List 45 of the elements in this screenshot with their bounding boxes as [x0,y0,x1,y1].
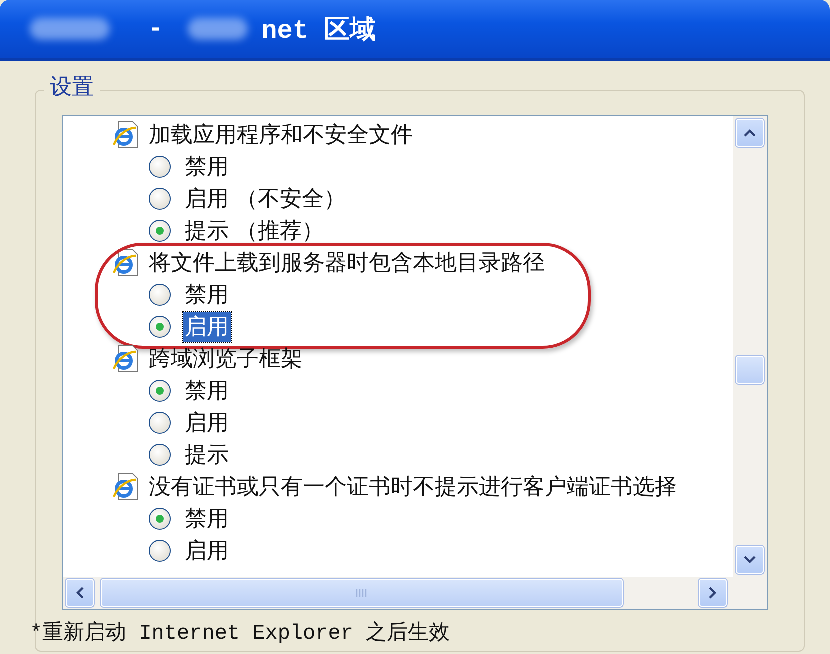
restart-note: *重新启动 Internet Explorer 之后生效 [30,620,450,646]
chevron-down-icon [743,555,757,565]
option-label[interactable]: 禁用 [183,376,231,406]
horizontal-scrollbar[interactable] [63,577,767,609]
option-label[interactable]: 禁用 [183,152,231,182]
scroll-left-button[interactable] [66,579,94,607]
setting-title: 跨域浏览子框架 [149,346,303,374]
chevron-left-icon [75,586,85,600]
scroll-down-button[interactable] [736,546,764,574]
radio-button[interactable] [149,380,171,402]
setting-title: 没有证书或只有一个证书时不提示进行客户端证书选择 [149,474,677,502]
option-label[interactable]: 禁用 [183,504,231,534]
radio-button[interactable] [149,444,171,466]
setting-title: 加载应用程序和不安全文件 [149,122,413,150]
option-label[interactable]: 启用 [183,536,231,566]
browser-page-icon [111,120,141,150]
window-title: net 区域 [262,14,376,46]
scroll-thumb[interactable] [101,579,623,607]
scroll-right-button[interactable] [699,579,727,607]
radio-button[interactable] [149,412,171,434]
radio-button[interactable] [149,156,171,178]
radio-button[interactable] [149,508,171,530]
option-label[interactable]: 禁用 [183,280,231,310]
chevron-right-icon [708,586,718,600]
radio-button[interactable] [149,188,171,210]
grip-icon [356,588,368,598]
vertical-scrollbar[interactable] [733,116,767,577]
scroll-thumb[interactable] [736,356,764,384]
radio-button[interactable] [149,540,171,562]
browser-page-icon [111,248,141,278]
blurred-title-text [188,18,248,40]
option-label[interactable]: 提示 （推荐） [183,216,326,246]
radio-button[interactable] [149,316,171,338]
option-label[interactable]: 启用 [183,408,231,438]
radio-button[interactable] [149,220,171,242]
browser-page-icon [111,344,141,374]
radio-button[interactable] [149,284,171,306]
option-label[interactable]: 提示 [183,440,231,470]
option-label[interactable]: 启用 [183,312,231,342]
option-label[interactable]: 启用 （不安全） [183,184,348,214]
setting-title: 将文件上载到服务器时包含本地目录路径 [149,250,545,278]
scroll-up-button[interactable] [736,119,764,147]
chevron-up-icon [743,128,757,138]
browser-page-icon [111,472,141,502]
window-title: - [148,14,164,44]
